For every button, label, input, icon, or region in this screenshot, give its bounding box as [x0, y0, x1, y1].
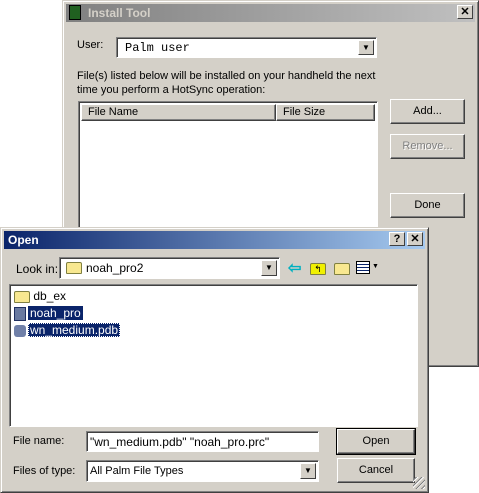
look-in-value: noah_pro2 [86, 261, 144, 275]
close-button[interactable]: ✕ [457, 5, 473, 19]
remove-button[interactable]: Remove... [390, 134, 465, 159]
user-label: User: [77, 39, 104, 51]
help-button[interactable]: ? [389, 232, 405, 246]
resize-grip-icon[interactable] [413, 477, 425, 489]
chevron-down-icon[interactable]: ▼ [358, 40, 374, 55]
cancel-label: Cancel [358, 464, 394, 476]
folder-icon [66, 262, 82, 274]
file-item-label: db_ex [33, 289, 67, 303]
done-label: Done [414, 199, 441, 211]
cancel-button[interactable]: Cancel [337, 458, 415, 483]
open-button[interactable]: Open [336, 428, 416, 455]
file-list[interactable]: db_ex noah_pro wn_medium.pdb [9, 284, 418, 427]
chevron-down-icon[interactable]: ▼ [372, 263, 379, 270]
close-button[interactable]: ✕ [407, 232, 423, 246]
new-folder-icon[interactable] [334, 263, 350, 275]
view-menu-icon[interactable] [356, 261, 370, 274]
palm-database-icon [14, 324, 26, 337]
folder-icon [14, 290, 30, 303]
done-button[interactable]: Done [390, 193, 465, 218]
open-title: Open [8, 233, 39, 247]
chevron-down-icon[interactable]: ▼ [261, 260, 277, 276]
look-in-combobox[interactable]: noah_pro2 ▼ [59, 257, 280, 279]
file-item-db-ex[interactable]: db_ex [14, 288, 66, 304]
install-tool-title: Install Tool [88, 6, 151, 20]
open-label: Open [362, 435, 390, 447]
description-line: File(s) listed below will be installed o… [77, 70, 376, 82]
file-name-label: File name: [13, 435, 65, 447]
file-item-label: noah_pro [28, 306, 83, 320]
palm-install-icon [69, 5, 81, 20]
install-description: File(s) listed below will be installed o… [77, 69, 375, 97]
file-item-label: wn_medium.pdb [28, 323, 121, 337]
files-of-type-label: Files of type: [13, 465, 76, 477]
user-combobox[interactable]: Palm user ▼ [116, 37, 377, 58]
look-in-label: Look in: [16, 262, 59, 276]
column-header-file-name[interactable]: File Name [81, 104, 276, 121]
add-label: Add... [413, 105, 442, 117]
column-header-file-size[interactable]: File Size [276, 104, 375, 121]
remove-label: Remove... [402, 140, 453, 152]
description-line: time you perform a HotSync operation: [77, 84, 266, 96]
install-file-list[interactable]: File Name File Size [78, 101, 378, 241]
files-of-type-value: All Palm File Types [90, 465, 184, 477]
file-name-value: "wn_medium.pdb" "noah_pro.prc" [90, 435, 270, 449]
user-value: Palm user [125, 41, 190, 55]
file-name-input[interactable]: "wn_medium.pdb" "noah_pro.prc" [86, 431, 319, 452]
up-folder-icon[interactable]: ↰ [310, 263, 326, 275]
add-button[interactable]: Add... [390, 99, 465, 124]
file-item-noah-pro[interactable]: noah_pro [14, 305, 83, 321]
open-title-bar: Open ? ✕ [4, 231, 425, 249]
install-tool-title-bar: Install Tool ✕ [66, 4, 475, 22]
open-dialog: Open ? ✕ Look in: noah_pro2 ▼ ⇦ ↰ ▼ db_e… [0, 227, 429, 493]
file-item-wn-medium[interactable]: wn_medium.pdb [14, 322, 121, 338]
files-of-type-combobox[interactable]: All Palm File Types ▼ [86, 460, 319, 482]
back-arrow-icon[interactable]: ⇦ [288, 258, 301, 278]
chevron-down-icon[interactable]: ▼ [300, 463, 316, 479]
palm-app-icon [14, 306, 26, 321]
